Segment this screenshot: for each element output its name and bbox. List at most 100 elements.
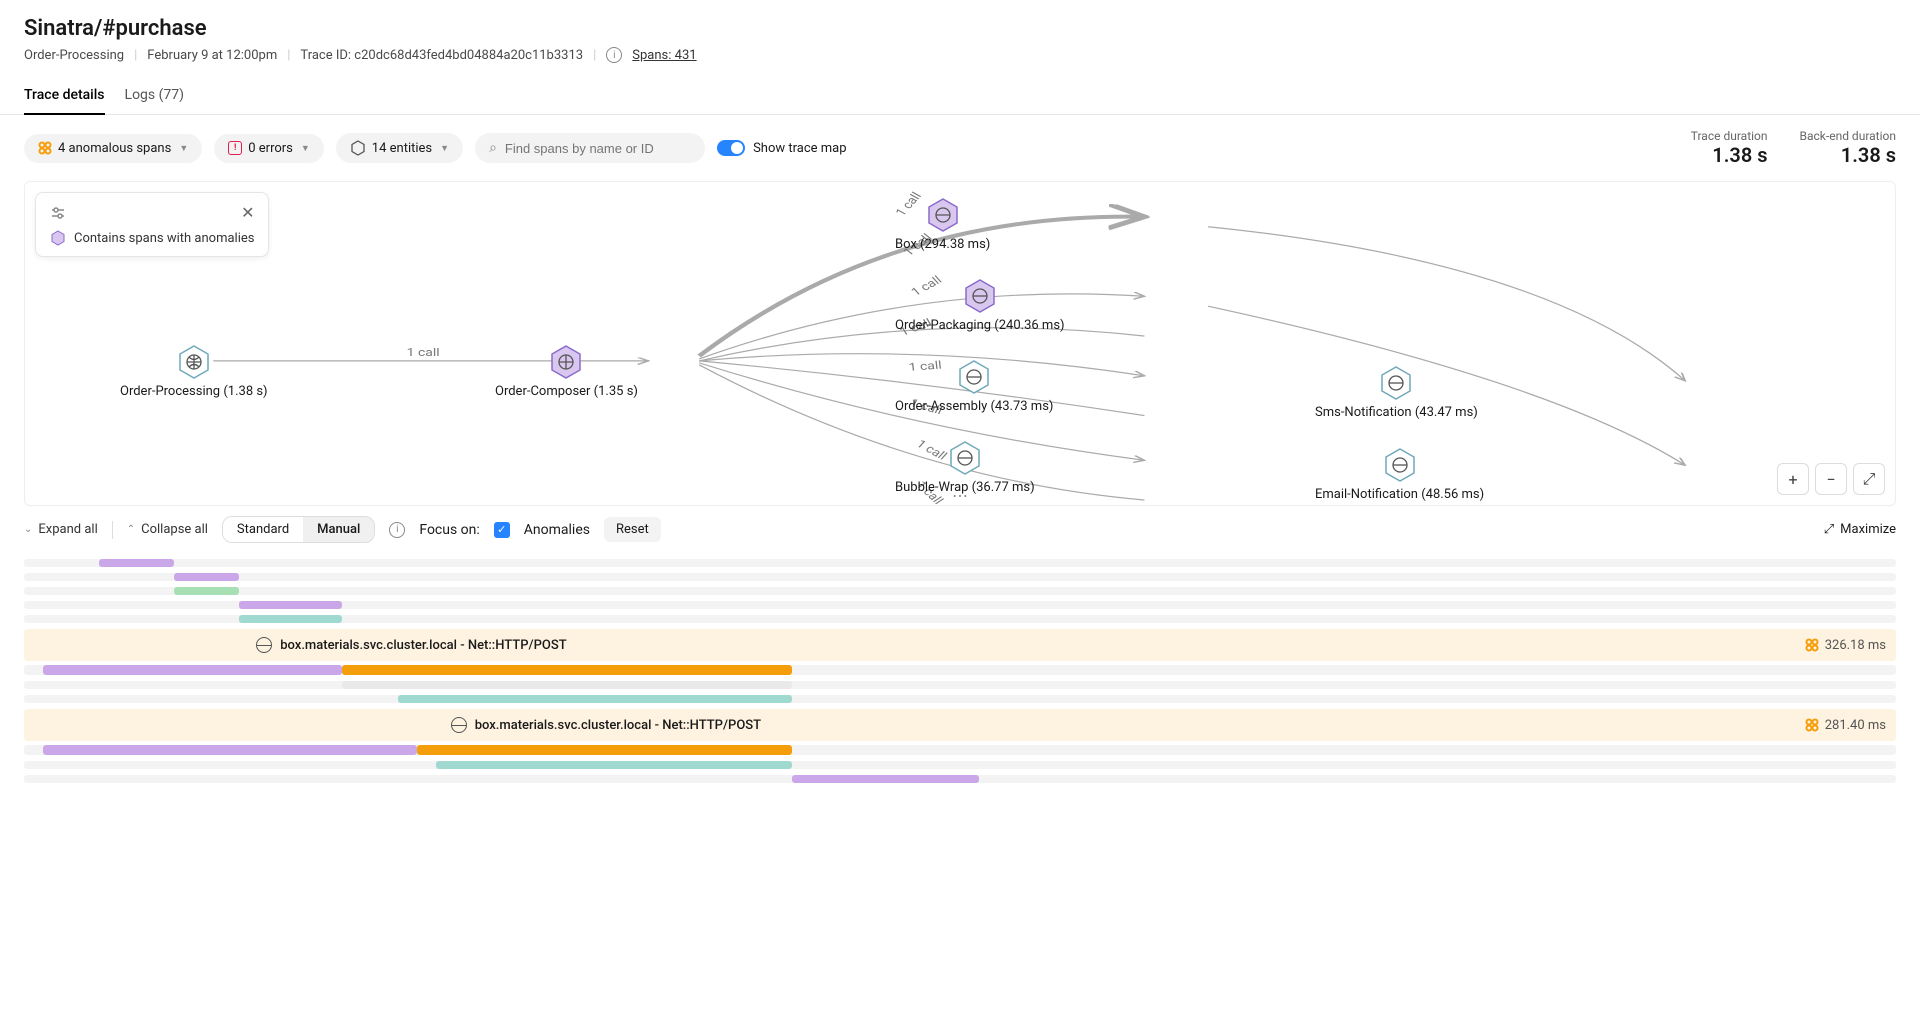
globe-icon (256, 637, 272, 653)
hexagon-icon (925, 197, 961, 233)
node-email-notification[interactable]: Email-Notification (48.56 ms) (1315, 447, 1484, 502)
waterfall-row[interactable] (24, 573, 1896, 581)
chevron-down-icon: ⌄ (24, 524, 32, 535)
reset-button[interactable]: Reset (604, 517, 661, 542)
span-duration: 326.18 ms (1825, 638, 1886, 653)
waterfall-row[interactable] (24, 665, 1896, 675)
span-bar[interactable] (398, 695, 791, 703)
span-bar[interactable] (99, 559, 174, 567)
tab-trace-details[interactable]: Trace details (24, 77, 105, 115)
hexagon-icon (50, 230, 66, 246)
trace-duration-label: Trace duration (1691, 129, 1768, 143)
standard-view-button[interactable]: Standard (223, 517, 303, 542)
chevron-down-icon: ▼ (440, 143, 449, 154)
waterfall-row[interactable] (24, 745, 1896, 755)
anomalous-label: 4 anomalous spans (58, 141, 171, 156)
waterfall-row[interactable] (24, 559, 1896, 567)
toggle-label: Show trace map (753, 141, 846, 156)
node-label: Email-Notification (48.56 ms) (1315, 487, 1484, 502)
maximize-button[interactable]: ⤢ Maximize (1824, 522, 1896, 537)
node-label: Box (294.38 ms) (895, 237, 990, 252)
backend-duration-value: 1.38 s (1800, 143, 1896, 167)
spans-link[interactable]: Spans: 431 (632, 48, 696, 63)
info-icon[interactable]: i (606, 47, 622, 63)
span-bar[interactable] (43, 745, 417, 755)
node-order-composer[interactable]: Order-Composer (1.35 s) (495, 344, 638, 399)
legend-text: Contains spans with anomalies (74, 231, 254, 246)
span-bar[interactable] (174, 573, 240, 581)
anomalies-checkbox[interactable]: ✓ (494, 522, 510, 538)
trace-map[interactable]: ✕ Contains spans with anomalies 1 call 1… (24, 181, 1896, 506)
anomalous-spans-filter[interactable]: 4 anomalous spans ▼ (24, 134, 202, 163)
fit-button[interactable]: ⤢ (1853, 463, 1885, 495)
errors-filter[interactable]: ! 0 errors ▼ (214, 134, 324, 163)
span-bar[interactable] (792, 775, 979, 783)
waterfall-highlight-row[interactable]: box.materials.svc.cluster.local - Net::H… (24, 709, 1896, 741)
node-sms-notification[interactable]: Sms-Notification (43.47 ms) (1315, 365, 1478, 420)
focus-label: Focus on: (419, 522, 479, 538)
waterfall-row[interactable] (24, 775, 1896, 783)
show-trace-map-toggle[interactable]: Show trace map (717, 140, 846, 156)
hexagon-icon (962, 278, 998, 314)
zoom-out-button[interactable]: − (1815, 463, 1847, 495)
span-bar[interactable] (239, 615, 342, 623)
span-bar[interactable] (43, 665, 343, 675)
zoom-in-button[interactable]: + (1777, 463, 1809, 495)
toolbar: 4 anomalous spans ▼ ! 0 errors ▼ 14 enti… (0, 115, 1920, 181)
waterfall-row[interactable] (24, 681, 1896, 689)
view-segment: Standard Manual (222, 516, 375, 543)
page-title: Sinatra/#purchase (24, 16, 1896, 41)
span-label: box.materials.svc.cluster.local - Net::H… (280, 638, 566, 653)
span-bar[interactable] (436, 761, 792, 769)
search-input[interactable] (505, 141, 691, 156)
manual-view-button[interactable]: Manual (303, 517, 374, 542)
service-name: Order-Processing (24, 48, 124, 63)
entities-filter[interactable]: 14 entities ▼ (336, 133, 463, 163)
waterfall-row[interactable] (24, 587, 1896, 595)
span-bar[interactable] (239, 601, 342, 609)
collapse-all-button[interactable]: ⌃ Collapse all (127, 522, 208, 537)
hexagon-icon (956, 359, 992, 395)
chevron-down-icon: ▼ (301, 143, 310, 154)
waterfall[interactable]: box.materials.svc.cluster.local - Net::H… (0, 559, 1920, 813)
tab-logs[interactable]: Logs (77) (125, 77, 185, 114)
span-bar[interactable] (342, 665, 791, 675)
chevron-down-icon: ▼ (179, 143, 188, 154)
span-bar[interactable] (342, 681, 791, 689)
span-bar[interactable] (174, 587, 240, 595)
waterfall-row[interactable] (24, 601, 1896, 609)
node-order-packaging[interactable]: Order-Packaging (240.36 ms) (895, 278, 1065, 333)
trace-duration: Trace duration 1.38 s (1691, 129, 1768, 167)
globe-icon (451, 717, 467, 733)
waterfall-highlight-row[interactable]: box.materials.svc.cluster.local - Net::H… (24, 629, 1896, 661)
legend-settings-icon[interactable] (50, 205, 66, 221)
node-order-assembly[interactable]: Order-Assembly (43.73 ms) (895, 359, 1053, 414)
info-icon[interactable]: i (389, 522, 405, 538)
expand-all-button[interactable]: ⌄ Expand all (24, 522, 98, 537)
tabs: Trace details Logs (77) (0, 77, 1920, 115)
chevron-up-icon: ⌃ (127, 524, 135, 535)
span-duration: 281.40 ms (1825, 718, 1886, 733)
svg-text:1 call: 1 call (407, 346, 440, 359)
node-order-processing[interactable]: Order-Processing (1.38 s) (120, 344, 268, 399)
hexagon-icon (947, 440, 983, 476)
more-icon[interactable]: ⋯ (952, 486, 968, 505)
toggle-switch[interactable] (717, 140, 745, 156)
meta-row: Order-Processing | February 9 at 12:00pm… (24, 47, 1896, 63)
anomalies-label: Anomalies (524, 522, 590, 538)
waterfall-row[interactable] (24, 761, 1896, 769)
search-icon: ⌕ (489, 140, 497, 156)
waterfall-row[interactable] (24, 695, 1896, 703)
hexagon-icon (1382, 447, 1418, 483)
close-icon[interactable]: ✕ (241, 203, 254, 222)
span-bar[interactable] (417, 745, 791, 755)
timestamp: February 9 at 12:00pm (147, 48, 277, 63)
span-search[interactable]: ⌕ (475, 133, 705, 163)
error-icon: ! (228, 141, 242, 155)
node-label: Sms-Notification (43.47 ms) (1315, 405, 1478, 420)
anomaly-icon (1805, 638, 1819, 652)
waterfall-row[interactable] (24, 615, 1896, 623)
node-box[interactable]: Box (294.38 ms) (895, 197, 990, 252)
separator: | (593, 48, 596, 63)
entities-label: 14 entities (372, 141, 432, 156)
